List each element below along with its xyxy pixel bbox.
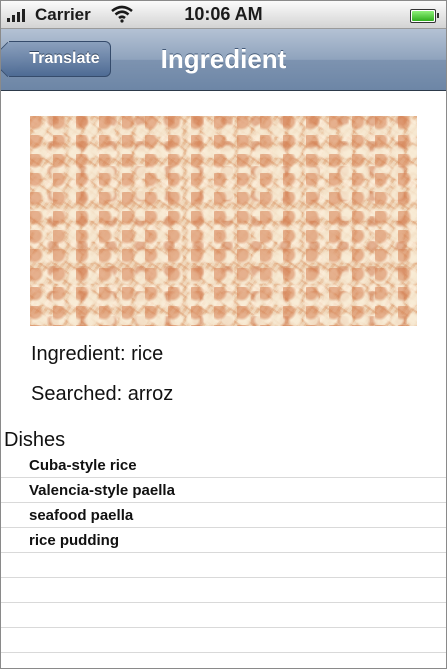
battery-icon <box>410 9 439 23</box>
list-item[interactable]: Cuba-style rice <box>1 453 446 478</box>
clock: 10:06 AM <box>184 4 263 24</box>
list-item-label: Valencia-style paella <box>29 482 175 499</box>
empty-list-row <box>1 628 446 653</box>
list-item[interactable]: Valencia-style paella <box>1 478 446 503</box>
list-item[interactable]: rice pudding <box>1 528 446 553</box>
empty-list-row <box>1 553 446 578</box>
status-bar: Carrier 10:06 AM <box>1 1 446 29</box>
list-item[interactable]: seafood paella <box>1 503 446 528</box>
list-item-label: rice pudding <box>29 532 119 549</box>
dishes-list: Cuba-style rice Valencia-style paella se… <box>1 453 446 653</box>
dishes-section-header: Dishes <box>4 429 66 451</box>
empty-list-row <box>1 578 446 603</box>
app-window: Carrier 10:06 AM Translate Ingredient In… <box>0 0 447 669</box>
searched-label: Searched: arroz <box>31 383 174 405</box>
list-item-label: seafood paella <box>29 507 134 524</box>
ingredient-label: Ingredient: rice <box>31 343 164 365</box>
back-button-label: Translate <box>29 50 100 67</box>
empty-list-row <box>1 603 446 628</box>
navigation-bar: Translate Ingredient <box>1 29 446 91</box>
ingredient-photo <box>30 116 417 326</box>
list-item-label: Cuba-style rice <box>29 457 137 474</box>
